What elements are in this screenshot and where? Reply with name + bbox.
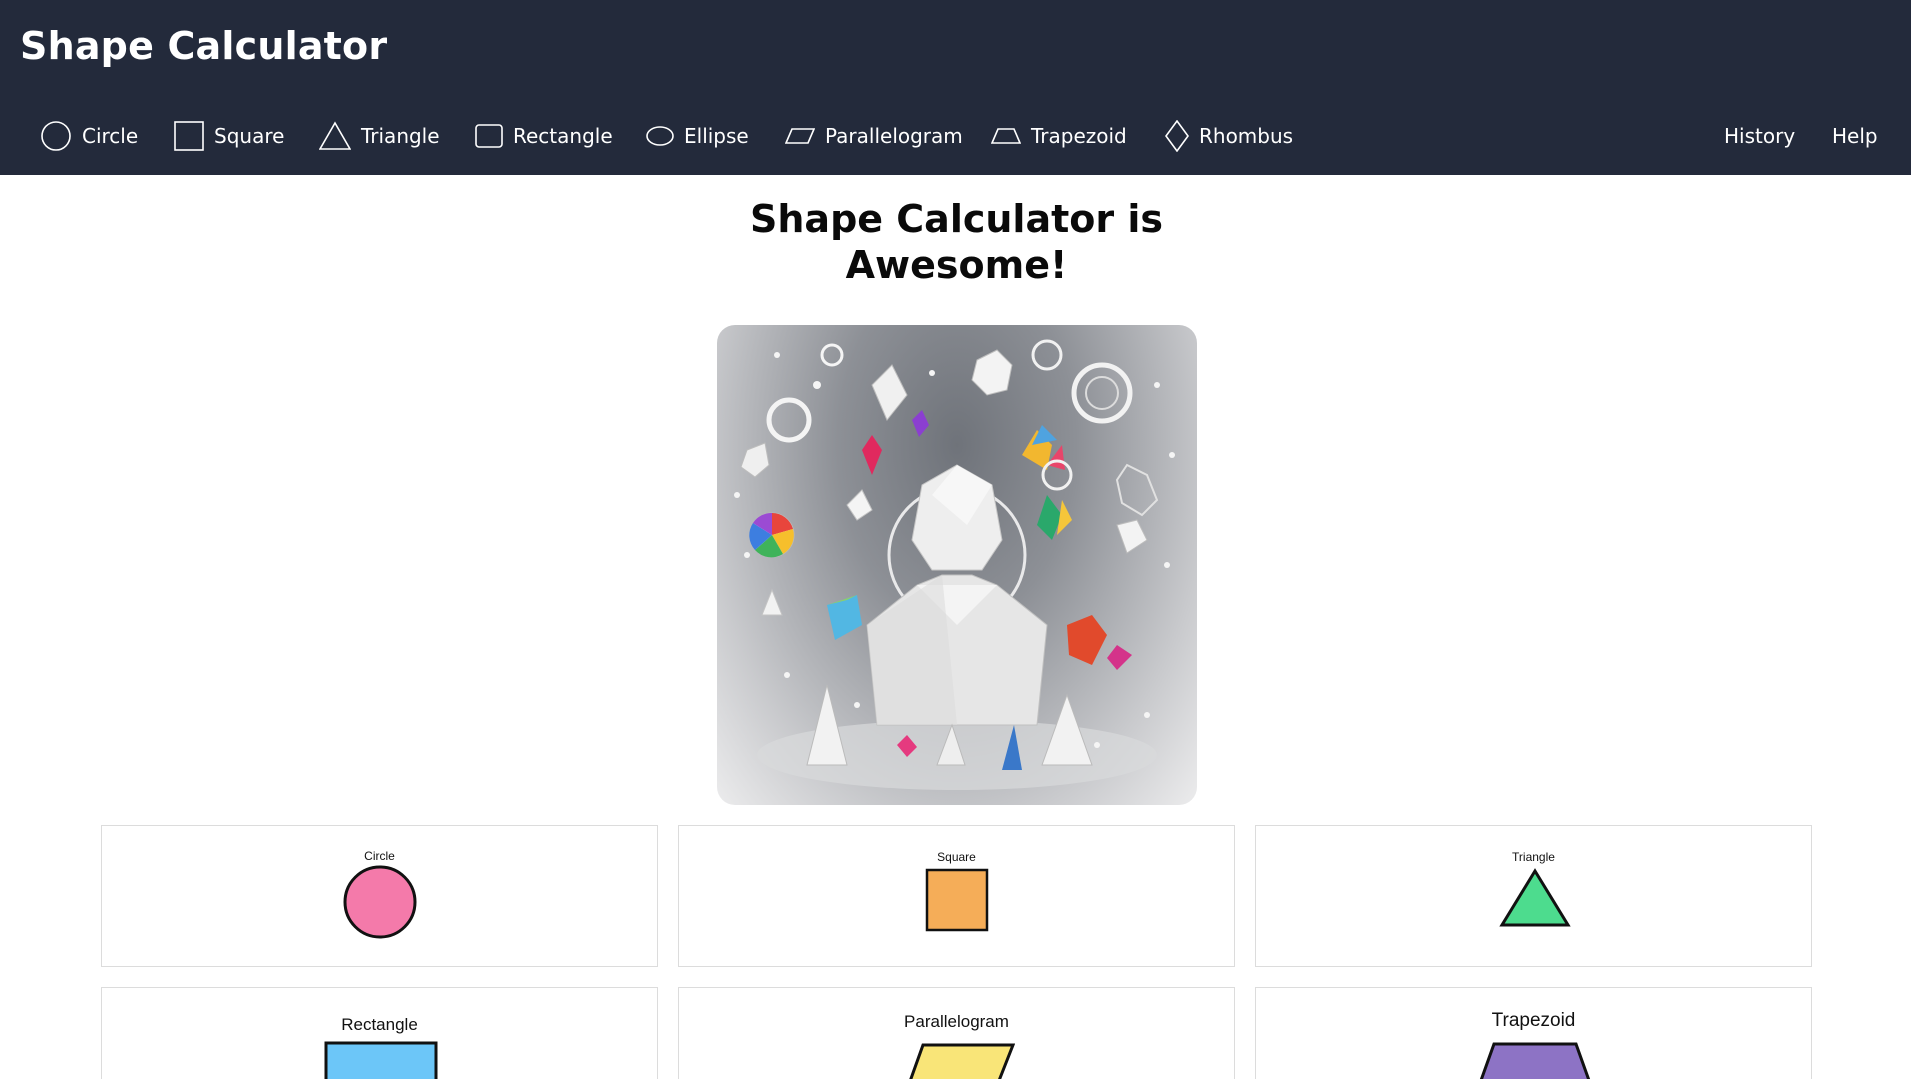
- rectangle-shape-icon: [324, 1041, 438, 1079]
- trapezoid-shape-icon: [1479, 1042, 1591, 1079]
- parallelogram-shape-icon: [909, 1043, 1015, 1079]
- app-header: Shape Calculator Circle Square Triangle …: [0, 0, 1911, 175]
- triangle-icon: [319, 121, 351, 150]
- parallelogram-icon: [785, 128, 815, 144]
- card-label: Circle: [364, 849, 395, 863]
- rectangle-icon: [475, 124, 503, 148]
- square-icon: [174, 121, 204, 151]
- nav-item-label: Ellipse: [684, 124, 749, 148]
- card-label: Rectangle: [341, 1015, 418, 1034]
- app-title: Shape Calculator: [20, 24, 388, 68]
- page-title-line-2: Awesome!: [845, 243, 1068, 287]
- hero-image: [717, 325, 1197, 805]
- nav-item-square[interactable]: Square: [174, 114, 284, 158]
- card-label: Trapezoid: [1491, 1010, 1576, 1031]
- nav-item-label: Trapezoid: [1031, 124, 1127, 148]
- nav-item-label: Circle: [82, 124, 139, 148]
- shape-card-rectangle[interactable]: Rectangle: [101, 987, 658, 1079]
- nav-item-label: Triangle: [361, 124, 440, 148]
- nav-item-trapezoid[interactable]: Trapezoid: [991, 114, 1127, 158]
- page-title: Shape Calculator is Awesome!: [700, 196, 1213, 288]
- card-label: Parallelogram: [904, 1012, 1009, 1031]
- nav-item-triangle[interactable]: Triangle: [319, 114, 440, 158]
- shape-card-parallelogram[interactable]: Parallelogram: [678, 987, 1235, 1079]
- circle-shape-icon: [343, 865, 417, 939]
- history-link[interactable]: History: [1724, 114, 1795, 158]
- nav-item-label: Square: [214, 124, 285, 148]
- nav-item-label: Rectangle: [513, 124, 613, 148]
- shape-card-square[interactable]: Square: [678, 825, 1235, 967]
- trapezoid-icon: [991, 128, 1021, 144]
- shape-card-triangle[interactable]: Triangle: [1255, 825, 1812, 967]
- nav-item-circle[interactable]: Circle: [40, 114, 138, 158]
- nav-item-ellipse[interactable]: Ellipse: [646, 114, 749, 158]
- shape-nav: Circle Square Triangle Rectangle Ellipse…: [0, 114, 1911, 158]
- page-title-line-1: Shape Calculator is: [750, 197, 1163, 241]
- card-label: Square: [937, 850, 976, 864]
- nav-item-rhombus[interactable]: Rhombus: [1165, 114, 1293, 158]
- shape-card-circle[interactable]: Circle: [101, 825, 658, 967]
- nav-item-parallelogram[interactable]: Parallelogram: [785, 114, 963, 158]
- geometric-figure-illustration: [734, 339, 1175, 790]
- circle-icon: [41, 121, 71, 151]
- nav-item-label: Rhombus: [1199, 124, 1294, 148]
- nav-item-rectangle[interactable]: Rectangle: [475, 114, 613, 158]
- ellipse-icon: [646, 126, 674, 146]
- rhombus-icon: [1165, 120, 1189, 152]
- triangle-shape-icon: [1499, 868, 1571, 927]
- shape-card-trapezoid[interactable]: Trapezoid: [1255, 987, 1812, 1079]
- nav-item-label: Parallelogram: [825, 124, 963, 148]
- card-label: Triangle: [1512, 850, 1555, 864]
- help-link[interactable]: Help: [1832, 114, 1878, 158]
- square-shape-icon: [925, 868, 989, 932]
